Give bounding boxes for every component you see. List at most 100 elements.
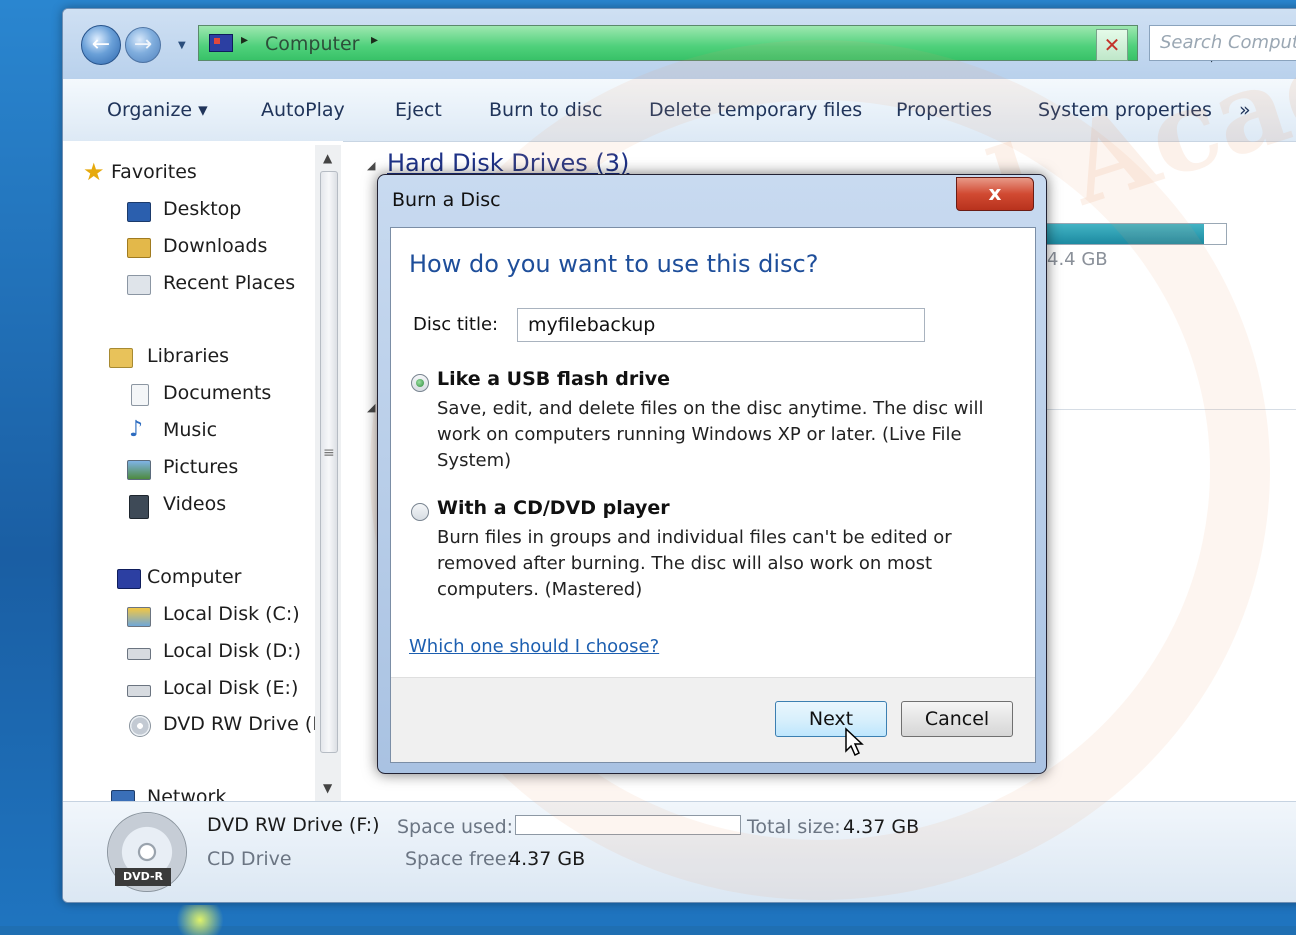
nav-item-desktop[interactable]: Desktop	[127, 198, 242, 222]
nav-label: Computer	[147, 566, 242, 588]
nav-label: Music	[163, 419, 218, 441]
recent-places-icon	[127, 275, 151, 295]
nav-item-documents[interactable]: Documents	[131, 382, 272, 406]
organize-button[interactable]: Organize ▾	[107, 99, 208, 121]
cd-dvd-player-option-title[interactable]: With a CD/DVD player	[437, 497, 670, 519]
cd-dvd-player-option-description: Burn files in groups and individual file…	[437, 527, 952, 600]
drive-free-space: 4.4 GB	[1047, 249, 1108, 270]
delete-temporary-files-button[interactable]: Delete temporary files	[649, 99, 862, 121]
collapse-icon[interactable]: ◢	[367, 401, 375, 414]
nav-label: Local Disk (C:)	[163, 603, 300, 625]
breadcrumb-chevron-icon[interactable]: ▸	[371, 32, 378, 48]
usb-flash-drive-option-description: Save, edit, and delete files on the disc…	[437, 398, 984, 471]
nav-label: Local Disk (E:)	[163, 677, 299, 699]
nav-label: Downloads	[163, 235, 268, 257]
nav-label: Documents	[163, 382, 272, 404]
usb-flash-drive-radio[interactable]	[411, 374, 429, 392]
recent-pages-dropdown-icon[interactable]: ▼	[178, 40, 186, 51]
videos-icon	[129, 495, 149, 519]
disc-title-input[interactable]	[517, 308, 925, 342]
computer-icon	[209, 34, 233, 52]
group-header-hard-disk-drives[interactable]: Hard Disk Drives (3)	[387, 149, 629, 177]
nav-label: Pictures	[163, 456, 239, 478]
nav-item-local-disk-d[interactable]: Local Disk (D:)	[127, 640, 301, 662]
nav-item-recent-places[interactable]: Recent Places	[127, 272, 296, 295]
dialog-heading: How do you want to use this disc?	[409, 250, 819, 278]
dialog-title: Burn a Disc	[392, 189, 501, 211]
search-input[interactable]: Search Computer	[1149, 25, 1296, 61]
system-drive-icon	[127, 607, 151, 627]
dialog-body: How do you want to use this disc? Disc t…	[390, 227, 1036, 763]
nav-favorites[interactable]: ★ Favorites	[83, 160, 197, 184]
downloads-folder-icon	[127, 238, 151, 258]
hard-drive-icon	[127, 685, 151, 697]
system-properties-button[interactable]: System properties	[1038, 99, 1212, 121]
scroll-up-icon[interactable]: ▲	[323, 151, 332, 165]
libraries-icon	[109, 348, 133, 368]
burn-a-disc-dialog: Burn a Disc x How do you want to use thi…	[377, 174, 1047, 774]
address-bar[interactable]: ▸ Computer ▸ ▼	[198, 25, 1216, 64]
navigation-scrollbar[interactable]: ▲ ≡ ▼	[315, 145, 341, 805]
space-used-bar	[515, 815, 741, 835]
nav-item-dvd-drive[interactable]: DVD RW Drive (F:	[129, 713, 329, 737]
next-button[interactable]: Next	[775, 701, 887, 737]
desktop-icon	[127, 202, 151, 222]
nav-label: Favorites	[111, 161, 197, 183]
usb-flash-drive-option-title[interactable]: Like a USB flash drive	[437, 368, 670, 390]
nav-item-videos[interactable]: Videos	[129, 493, 227, 519]
autoplay-button[interactable]: AutoPlay	[261, 99, 345, 121]
scroll-grip-icon: ≡	[323, 445, 335, 461]
total-size-value: 4.37 GB	[843, 816, 920, 838]
nav-item-music[interactable]: ♪ Music	[129, 417, 218, 442]
nav-computer[interactable]: Computer	[117, 566, 242, 589]
navigation-pane: ★ Favorites Desktop Downloads Recent Pla…	[63, 141, 343, 810]
eject-button[interactable]: Eject	[395, 99, 442, 121]
breadcrumb-computer[interactable]: Computer	[265, 33, 359, 55]
hard-drive-icon	[127, 648, 151, 660]
nav-label: Libraries	[147, 345, 230, 367]
nav-label: Local Disk (D:)	[163, 640, 301, 662]
close-icon[interactable]: x	[956, 177, 1034, 211]
cd-dvd-player-radio[interactable]	[411, 503, 429, 521]
space-used-label: Space used:	[397, 816, 514, 838]
nav-item-local-disk-e[interactable]: Local Disk (E:)	[127, 677, 299, 699]
scroll-down-icon[interactable]: ▼	[323, 781, 332, 795]
cancel-button[interactable]: Cancel	[901, 701, 1013, 737]
desktop-glow	[170, 905, 230, 935]
nav-label: DVD RW Drive (F:	[163, 713, 329, 735]
address-row: ← → ▼ ▸ Computer ▸ ▼ ✕ Search Computer	[63, 9, 1296, 79]
collapse-icon[interactable]: ◢	[367, 159, 375, 172]
space-free-value: 4.37 GB	[509, 848, 586, 870]
which-one-should-i-choose-link[interactable]: Which one should I choose?	[409, 636, 659, 657]
space-free-label: Space free:	[405, 848, 513, 870]
nav-item-local-disk-c[interactable]: Local Disk (C:)	[127, 603, 300, 627]
nav-item-downloads[interactable]: Downloads	[127, 235, 268, 258]
drive-usage-bar	[1043, 223, 1227, 245]
total-size-label: Total size:	[747, 816, 841, 838]
mouse-cursor-icon	[845, 727, 864, 757]
documents-icon	[131, 384, 149, 406]
dvd-r-label: DVD-R	[115, 868, 171, 886]
stop-icon[interactable]: ✕	[1096, 29, 1128, 61]
more-commands-button[interactable]: »	[1239, 99, 1251, 121]
scroll-thumb[interactable]	[320, 171, 338, 753]
nav-item-pictures[interactable]: Pictures	[127, 456, 239, 480]
nav-label: Desktop	[163, 198, 242, 220]
dvd-drive-icon	[129, 715, 151, 737]
nav-label: Videos	[163, 493, 227, 515]
nav-label: Recent Places	[163, 272, 296, 294]
forward-button[interactable]: →	[125, 27, 161, 63]
breadcrumb-chevron-icon[interactable]: ▸	[241, 32, 248, 48]
drive-type: CD Drive	[207, 848, 292, 870]
burn-to-disc-button[interactable]: Burn to disc	[489, 99, 602, 121]
nav-libraries[interactable]: Libraries	[109, 345, 230, 368]
command-toolbar: Organize ▾ AutoPlay Eject Burn to disc D…	[63, 79, 1296, 142]
back-button[interactable]: ←	[81, 25, 121, 65]
computer-icon	[117, 569, 141, 589]
pictures-icon	[127, 460, 151, 480]
content-divider	[1043, 409, 1296, 410]
properties-button[interactable]: Properties	[896, 99, 992, 121]
drive-name: DVD RW Drive (F:)	[207, 814, 380, 836]
disc-title-label: Disc title:	[413, 314, 499, 335]
drive-usage-fill	[1044, 224, 1205, 244]
